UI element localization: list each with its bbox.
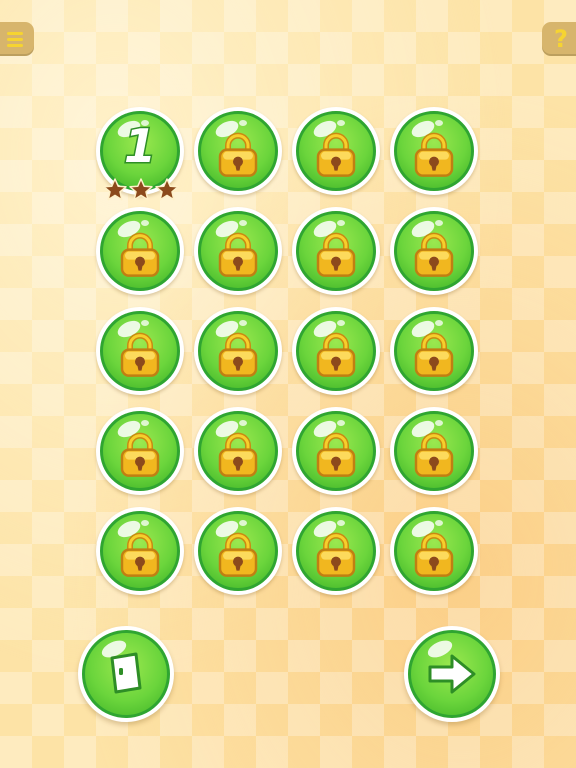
lock-icon: [120, 432, 160, 477]
level-button-locked[interactable]: [96, 207, 184, 295]
level-button-locked[interactable]: [96, 507, 184, 595]
lock-icon: [218, 132, 258, 177]
menu-button[interactable]: [0, 22, 34, 56]
arrow-right-icon: [428, 654, 476, 694]
level-button-locked[interactable]: [96, 407, 184, 495]
level-button-locked[interactable]: [292, 507, 380, 595]
lock-icon: [120, 532, 160, 577]
level-button[interactable]: 1: [96, 107, 184, 201]
level-button-locked[interactable]: [194, 207, 282, 295]
next-button[interactable]: [404, 626, 500, 722]
lock-icon: [316, 332, 356, 377]
level-button-locked[interactable]: [194, 307, 282, 395]
level-button-locked[interactable]: [390, 107, 478, 195]
level-button-locked[interactable]: [390, 407, 478, 495]
level-button-locked[interactable]: [390, 207, 478, 295]
lock-icon: [218, 232, 258, 277]
help-label: ?: [554, 25, 568, 53]
lock-icon: [218, 532, 258, 577]
level-number: 1: [122, 119, 157, 173]
lock-icon: [316, 532, 356, 577]
level-button-locked[interactable]: [194, 107, 282, 195]
level-grid: 1: [96, 107, 478, 595]
star-icon: [103, 178, 127, 201]
level-button-locked[interactable]: [292, 407, 380, 495]
level-button-locked[interactable]: [292, 307, 380, 395]
exit-door-icon: [110, 652, 142, 694]
lock-icon: [120, 232, 160, 277]
level-button-locked[interactable]: [292, 207, 380, 295]
lock-icon: [414, 532, 454, 577]
level-button-locked[interactable]: [390, 307, 478, 395]
lock-icon: [120, 332, 160, 377]
lock-icon: [316, 132, 356, 177]
exit-button[interactable]: [78, 626, 174, 722]
level-button-locked[interactable]: [96, 307, 184, 395]
level-button-locked[interactable]: [194, 507, 282, 595]
lock-icon: [218, 332, 258, 377]
star-icon: [155, 178, 179, 201]
lock-icon: [316, 232, 356, 277]
level-button-locked[interactable]: [292, 107, 380, 195]
level-button-locked[interactable]: [390, 507, 478, 595]
lock-icon: [316, 432, 356, 477]
level-button-locked[interactable]: [194, 407, 282, 495]
help-button[interactable]: ?: [542, 22, 576, 56]
level-stars: [102, 177, 180, 203]
star-icon: [129, 178, 153, 201]
lock-icon: [414, 332, 454, 377]
lock-icon: [414, 132, 454, 177]
lock-icon: [414, 232, 454, 277]
lock-icon: [414, 432, 454, 477]
lock-icon: [218, 432, 258, 477]
menu-icon: [7, 31, 23, 47]
